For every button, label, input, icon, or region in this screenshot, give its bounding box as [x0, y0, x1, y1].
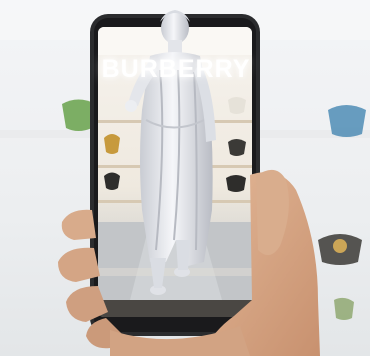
blue-bag-icon: [328, 105, 366, 137]
scene-illustration: [0, 0, 370, 356]
photo-scene: BURBERRY: [0, 0, 370, 356]
